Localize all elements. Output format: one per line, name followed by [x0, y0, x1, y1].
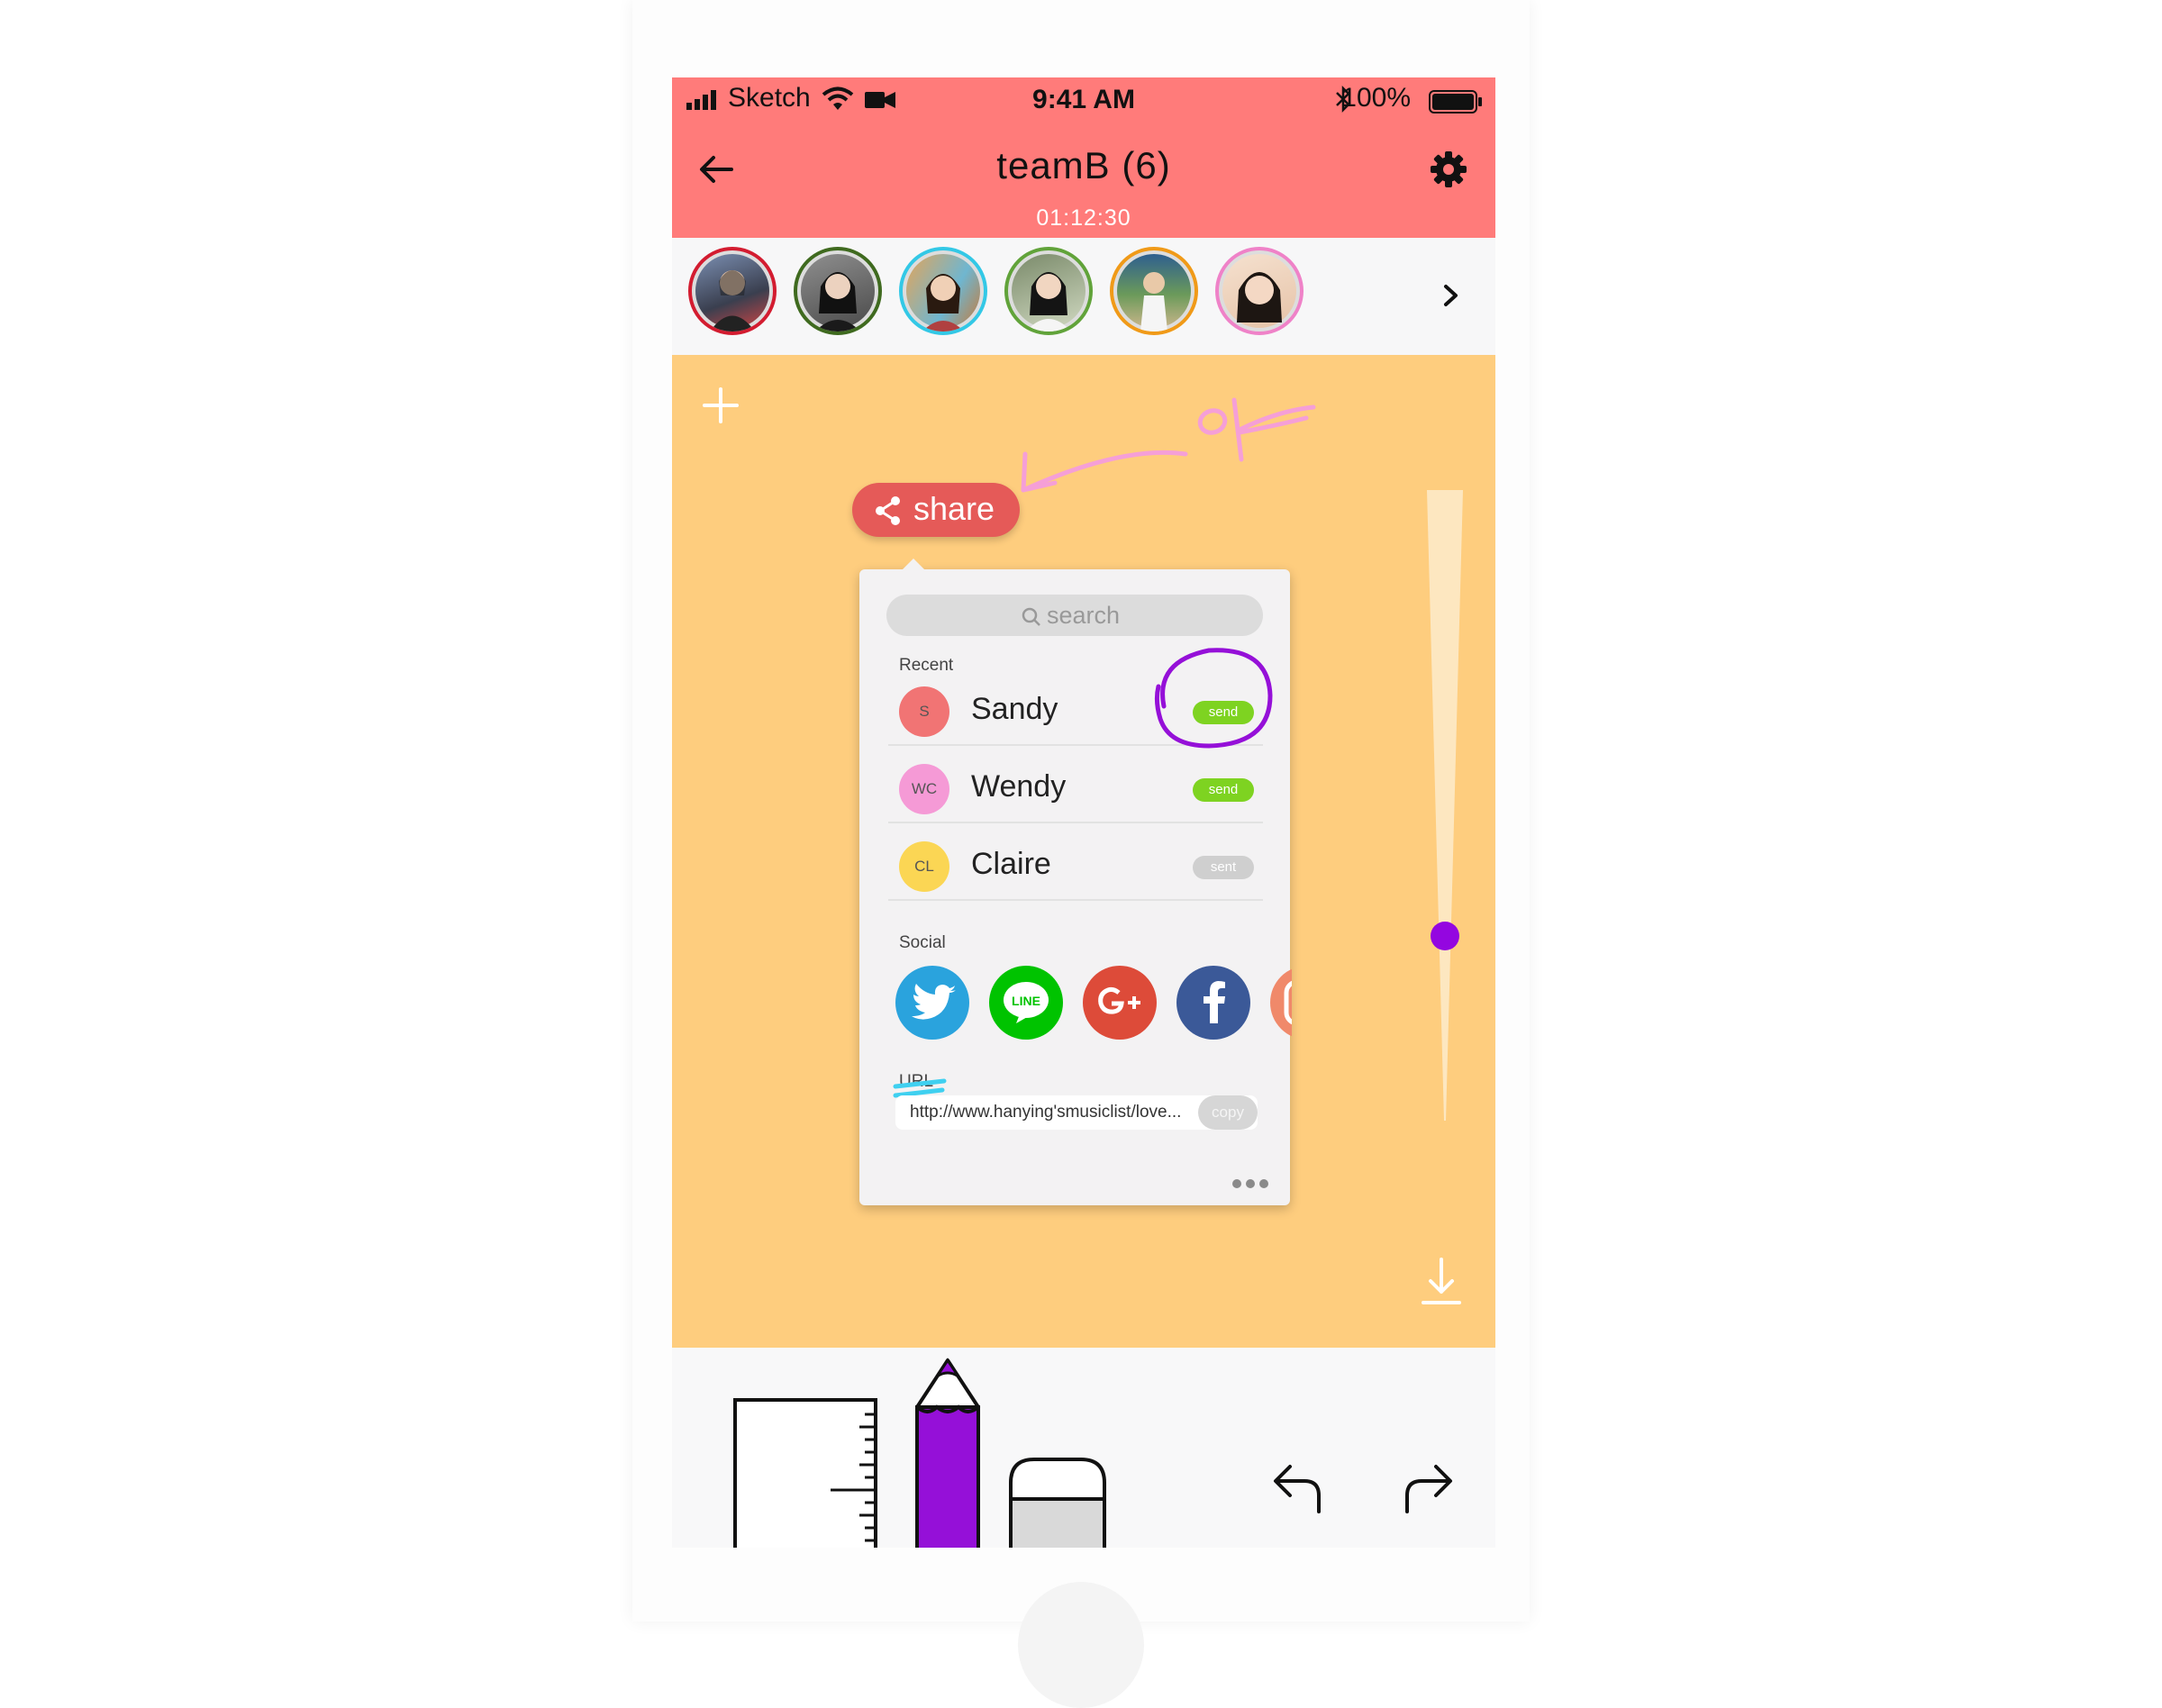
gear-icon[interactable]	[1429, 150, 1468, 189]
share-url: http://www.hanying'smusiclist/love...	[910, 1103, 1182, 1122]
app-header: Sketch 9:41 AM 100% teamB (6) 01:12:30	[672, 77, 1495, 238]
member-avatar[interactable]	[1110, 247, 1198, 335]
battery-percent: 100%	[1341, 83, 1411, 113]
search-input[interactable]: search	[886, 595, 1263, 636]
pencil-icon[interactable]	[912, 1357, 984, 1548]
twitter-icon[interactable]	[895, 966, 969, 1040]
handwritten-circle	[1154, 648, 1273, 749]
ruler-icon[interactable]	[733, 1398, 888, 1548]
screen: Sketch 9:41 AM 100% teamB (6) 01:12:30 s…	[672, 77, 1495, 1548]
member-avatar[interactable]	[688, 247, 777, 335]
member-avatar[interactable]	[899, 247, 987, 335]
facebook-icon[interactable]	[1176, 966, 1250, 1040]
member-avatar[interactable]	[794, 247, 882, 335]
contact-row[interactable]: CL Claire sent	[888, 823, 1263, 901]
add-icon[interactable]	[701, 386, 740, 425]
redo-icon[interactable]	[1398, 1461, 1454, 1515]
instagram-icon[interactable]	[1270, 966, 1292, 1040]
eraser-icon[interactable]	[1007, 1456, 1108, 1548]
contact-avatar: S	[899, 686, 949, 737]
search-placeholder: search	[1047, 602, 1121, 629]
contact-name: Wendy	[971, 769, 1067, 804]
page-title: teamB (6)	[996, 144, 1171, 186]
member-avatar[interactable]	[1004, 247, 1093, 335]
session-timer: 01:12:30	[1036, 205, 1131, 231]
drawing-canvas[interactable]: ok share search Recent S Sandy send	[672, 355, 1495, 1348]
send-button[interactable]: send	[1193, 778, 1254, 802]
url-field[interactable]: http://www.hanying'smusiclist/love... co…	[895, 1095, 1258, 1130]
share-popover: search Recent S Sandy send WC Wendy send…	[859, 559, 1292, 1205]
battery-icon	[1429, 90, 1482, 114]
share-label: share	[913, 490, 995, 527]
contact-avatar: WC	[899, 764, 949, 814]
stroke-size-slider[interactable]	[1427, 490, 1463, 1121]
share-icon	[876, 496, 900, 525]
contact-avatar: CL	[899, 841, 949, 892]
contact-name: Sandy	[971, 692, 1058, 726]
more-icon[interactable]	[1231, 1175, 1270, 1193]
share-button[interactable]: share	[852, 483, 1020, 537]
home-button[interactable]	[1018, 1582, 1144, 1708]
annotation-text: ok	[1249, 395, 1258, 404]
drawing-toolbar	[672, 1348, 1495, 1548]
handwritten-k-mark	[1231, 397, 1316, 462]
slider-knob[interactable]	[1431, 922, 1459, 950]
chevron-right-icon[interactable]	[1438, 277, 1465, 313]
line-icon-label: LINE	[1012, 994, 1040, 1008]
social-label: Social	[899, 933, 946, 952]
status-bar: Sketch 9:41 AM 100%	[672, 77, 1495, 124]
contact-row[interactable]: WC Wendy send	[888, 746, 1263, 823]
members-strip	[672, 238, 1495, 355]
search-icon	[1022, 607, 1040, 626]
line-icon[interactable]: LINE	[989, 966, 1063, 1040]
contact-name: Claire	[971, 847, 1051, 881]
copy-button[interactable]: copy	[1198, 1095, 1258, 1130]
popover-pointer	[903, 559, 924, 569]
sent-badge: sent	[1193, 856, 1254, 879]
google-plus-icon[interactable]	[1083, 966, 1157, 1040]
download-icon[interactable]	[1420, 1256, 1463, 1306]
undo-icon[interactable]	[1272, 1461, 1328, 1515]
member-avatar[interactable]	[1215, 247, 1304, 335]
social-list: LINE	[895, 966, 1292, 1047]
